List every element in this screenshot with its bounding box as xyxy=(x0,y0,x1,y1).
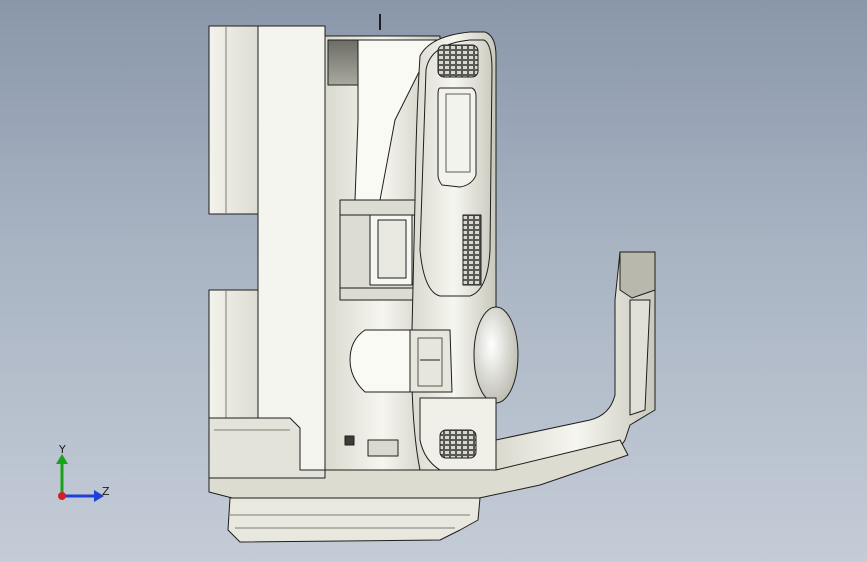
steering-hub-dome xyxy=(473,306,519,404)
tiny-port xyxy=(344,435,355,446)
lower-cylinder-pod xyxy=(349,329,411,393)
cad-3d-viewport[interactable] xyxy=(0,0,867,562)
left-main-panel xyxy=(257,25,326,476)
lower-grill-vent xyxy=(439,429,477,459)
top-dark-strip xyxy=(327,39,359,86)
origin-dot xyxy=(58,492,66,500)
y-axis-label: Y xyxy=(58,443,66,456)
base-plate-lower xyxy=(227,497,481,543)
small-switch xyxy=(367,439,399,457)
axis-triad: Y Z xyxy=(56,443,110,502)
dashboard-model[interactable] xyxy=(208,14,656,543)
upper-grill-vent xyxy=(437,44,479,78)
center-side-vent xyxy=(462,214,482,286)
z-axis-label: Z xyxy=(102,485,110,498)
